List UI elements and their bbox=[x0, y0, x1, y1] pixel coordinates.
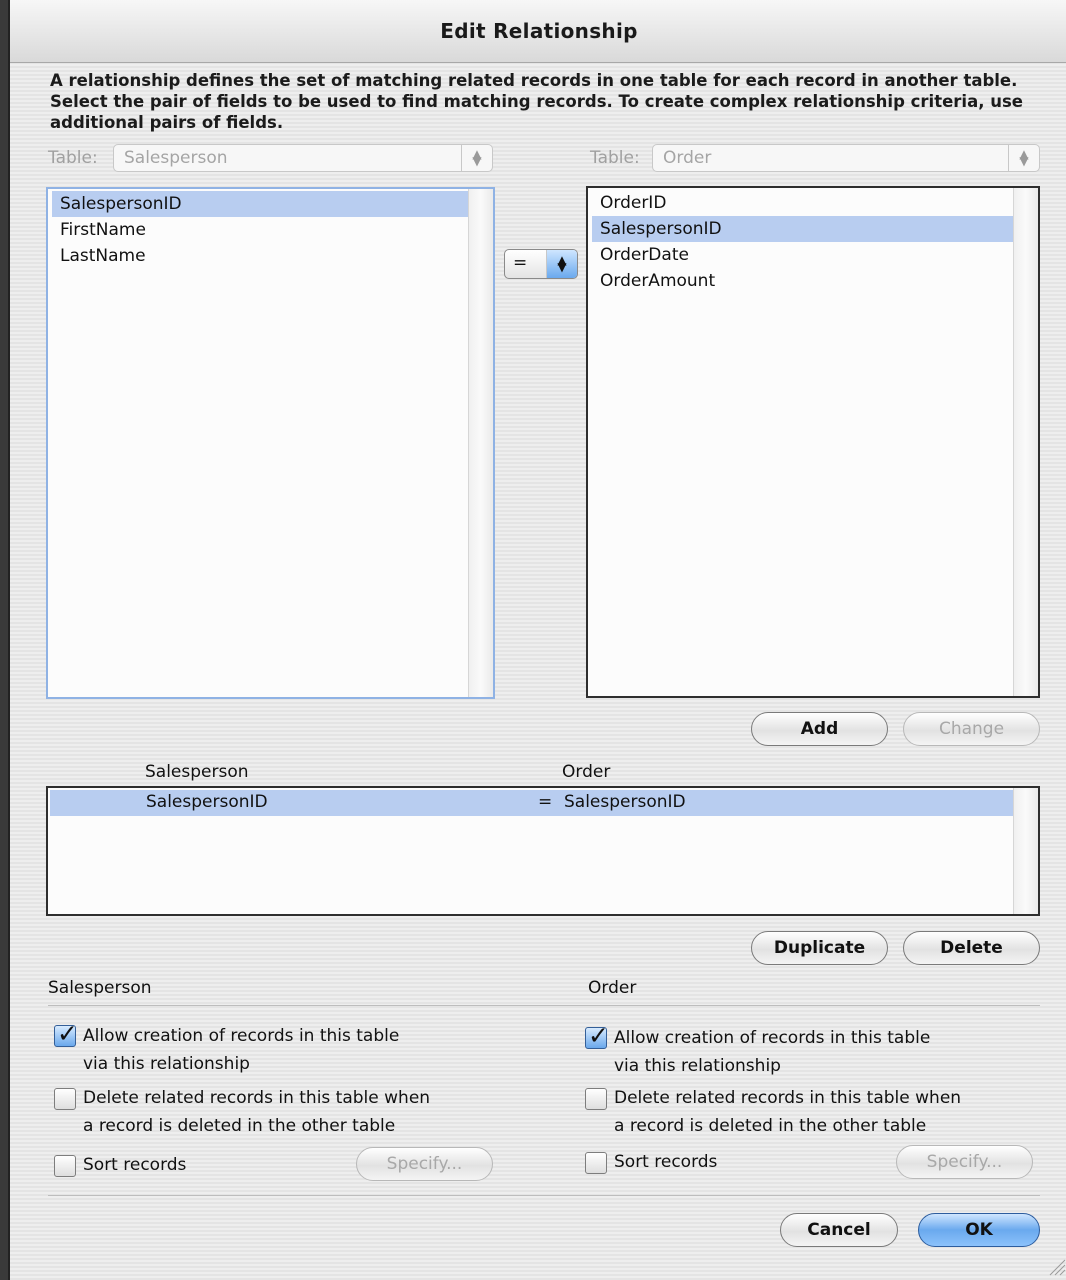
right-allow-creation-line2: via this relationship bbox=[614, 1056, 781, 1076]
operator-value: = bbox=[513, 253, 528, 273]
left-sort-records-label: Sort records bbox=[83, 1155, 187, 1175]
left-delete-related-label: Delete related records in this table whe… bbox=[83, 1084, 430, 1140]
right-field-item[interactable]: OrderID bbox=[592, 190, 1014, 216]
criteria-row[interactable]: SalespersonID = SalespersonID bbox=[50, 790, 1014, 816]
criteria-operator: = bbox=[538, 792, 553, 812]
right-field-item[interactable]: OrderDate bbox=[592, 242, 1014, 268]
left-field-item[interactable]: LastName bbox=[52, 243, 469, 269]
right-list-scrollbar[interactable] bbox=[1013, 188, 1038, 696]
cancel-button[interactable]: Cancel bbox=[780, 1213, 898, 1247]
right-delete-related-checkbox[interactable] bbox=[585, 1088, 607, 1110]
left-allow-creation-label: Allow creation of records in this table … bbox=[83, 1022, 399, 1078]
criteria-header-right: Order bbox=[562, 762, 611, 782]
resize-grip-icon[interactable] bbox=[1046, 1256, 1066, 1276]
right-sort-records-label: Sort records bbox=[614, 1152, 718, 1172]
right-delete-related-line2: a record is deleted in the other table bbox=[614, 1116, 927, 1136]
left-table-popup[interactable]: Salesperson ▲ ▼ bbox=[113, 144, 493, 172]
right-options-title: Order bbox=[588, 978, 637, 998]
right-specify-button[interactable]: Specify... bbox=[896, 1145, 1033, 1179]
left-list-scrollbar[interactable] bbox=[468, 189, 493, 697]
updown-arrows-icon: ▲ ▼ bbox=[461, 145, 492, 171]
right-field-item[interactable]: OrderAmount bbox=[592, 268, 1014, 294]
right-allow-creation-line1: Allow creation of records in this table bbox=[614, 1028, 931, 1048]
add-button[interactable]: Add bbox=[751, 712, 888, 746]
dialog-title: Edit Relationship bbox=[440, 19, 638, 43]
left-allow-creation-line1: Allow creation of records in this table bbox=[83, 1026, 400, 1046]
left-field-list[interactable]: SalespersonID FirstName LastName bbox=[46, 187, 495, 699]
operator-popup[interactable]: = ▲ ▼ bbox=[504, 249, 578, 279]
description-text: A relationship defines the set of matchi… bbox=[50, 71, 1023, 132]
checkmark-icon: ✓ bbox=[57, 1019, 78, 1048]
right-field-item[interactable]: SalespersonID bbox=[592, 216, 1014, 242]
duplicate-button[interactable]: Duplicate bbox=[751, 931, 888, 965]
change-button[interactable]: Change bbox=[903, 712, 1040, 746]
right-sort-records-checkbox[interactable] bbox=[585, 1152, 607, 1174]
checkmark-icon: ✓ bbox=[588, 1021, 609, 1050]
left-table-label: Table: bbox=[48, 148, 98, 168]
edit-relationship-dialog: Edit Relationship A relationship defines… bbox=[8, 0, 1066, 1280]
left-specify-button[interactable]: Specify... bbox=[356, 1147, 493, 1181]
right-table-label: Table: bbox=[590, 148, 640, 168]
right-delete-related-line1: Delete related records in this table whe… bbox=[614, 1088, 962, 1108]
left-sort-records-checkbox[interactable] bbox=[54, 1155, 76, 1177]
right-allow-creation-checkbox[interactable]: ✓ bbox=[585, 1021, 609, 1050]
left-allow-creation-line2: via this relationship bbox=[83, 1054, 250, 1074]
right-field-list[interactable]: OrderID SalespersonID OrderDate OrderAmo… bbox=[586, 186, 1040, 698]
left-delete-related-line2: a record is deleted in the other table bbox=[83, 1116, 396, 1136]
left-delete-related-checkbox[interactable] bbox=[54, 1088, 76, 1110]
right-delete-related-label: Delete related records in this table whe… bbox=[614, 1084, 961, 1140]
left-field-item[interactable]: SalespersonID bbox=[52, 191, 469, 217]
left-table-value: Salesperson bbox=[124, 148, 228, 168]
updown-arrows-icon: ▲ ▼ bbox=[546, 250, 577, 278]
left-allow-creation-checkbox[interactable]: ✓ bbox=[54, 1019, 78, 1048]
criteria-list[interactable]: SalespersonID = SalespersonID bbox=[46, 786, 1040, 916]
left-options-title: Salesperson bbox=[48, 978, 152, 998]
ok-button[interactable]: OK bbox=[918, 1213, 1040, 1247]
options-divider bbox=[48, 1005, 1040, 1006]
delete-button[interactable]: Delete bbox=[903, 931, 1040, 965]
right-allow-creation-label: Allow creation of records in this table … bbox=[614, 1024, 930, 1080]
right-table-value: Order bbox=[663, 148, 712, 168]
left-field-item[interactable]: FirstName bbox=[52, 217, 469, 243]
criteria-right-field: SalespersonID bbox=[564, 792, 686, 812]
criteria-scrollbar[interactable] bbox=[1013, 788, 1038, 914]
bottom-divider bbox=[48, 1195, 1040, 1196]
right-table-popup[interactable]: Order ▲ ▼ bbox=[652, 144, 1040, 172]
updown-arrows-icon: ▲ ▼ bbox=[1008, 145, 1039, 171]
criteria-header-left: Salesperson bbox=[145, 762, 249, 782]
left-delete-related-line1: Delete related records in this table whe… bbox=[83, 1088, 431, 1108]
title-bar: Edit Relationship bbox=[10, 0, 1066, 63]
criteria-left-field: SalespersonID bbox=[146, 792, 268, 812]
